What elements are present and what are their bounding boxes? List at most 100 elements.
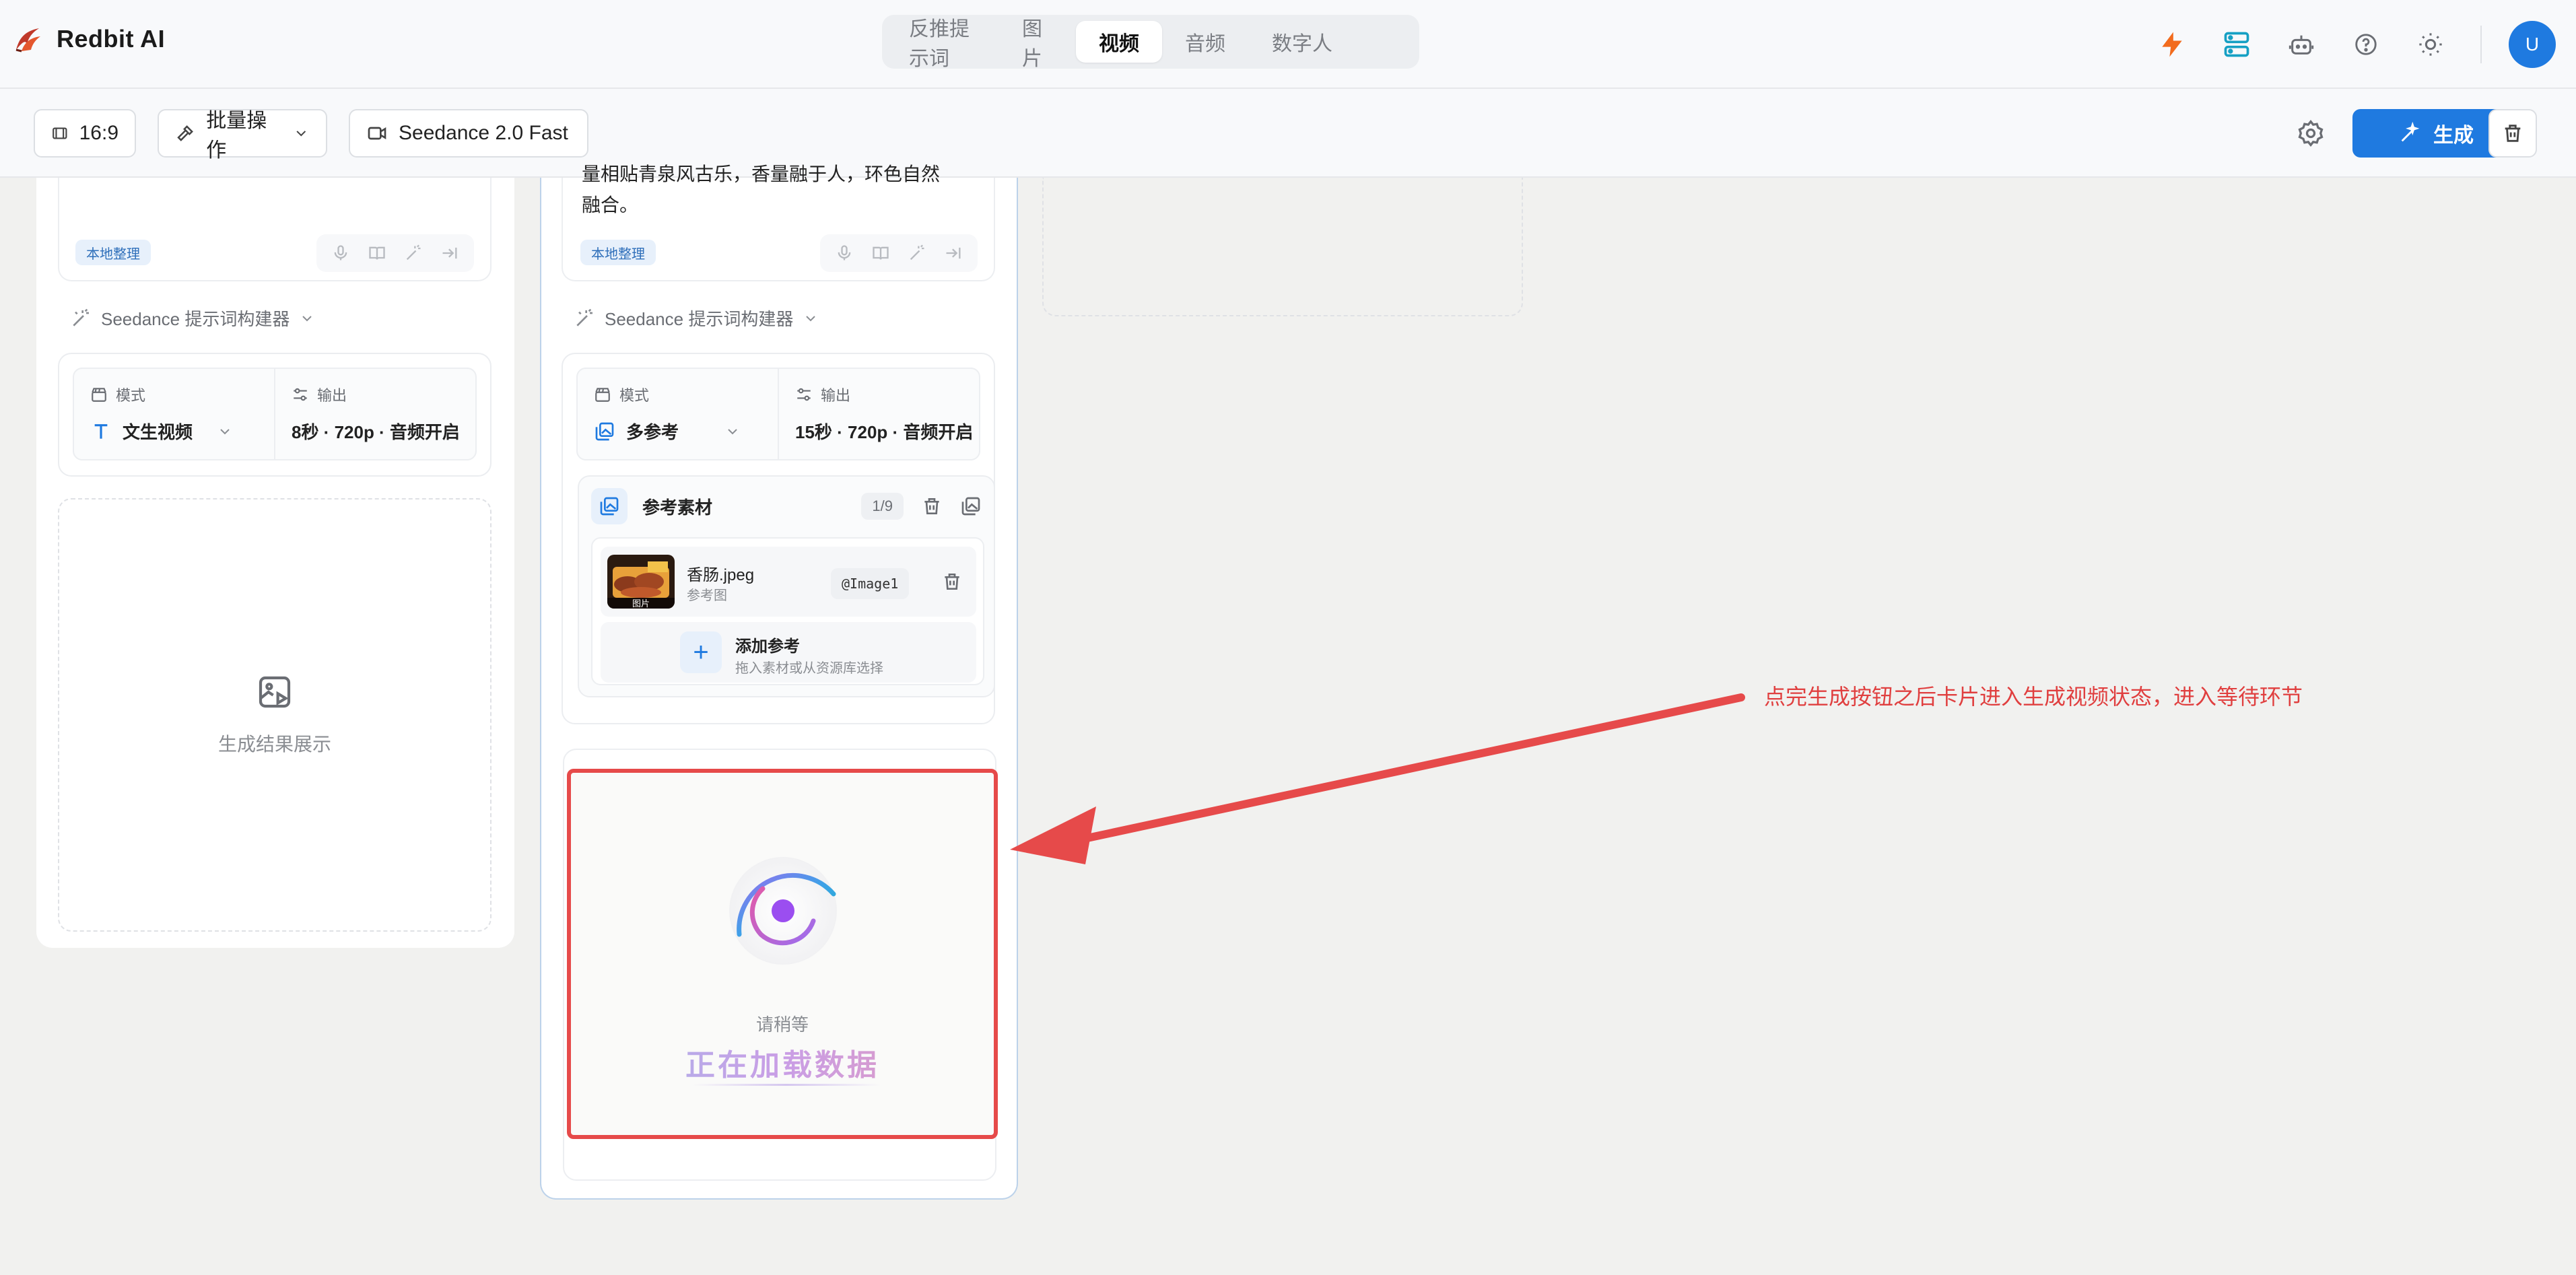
output-settings-middle[interactable]: 输出 15秒 · 720p · 音频开启 [778,369,979,459]
tab-reverse-prompt[interactable]: 反推提示词 [889,18,1002,70]
clapperboard-icon [595,388,610,402]
placeholder-text: 生成结果展示 [217,734,331,755]
chevron-down-icon [728,428,737,434]
mode-output-row-left: 模式 文生视频 输出 8秒 · 720p · 音频开启 [73,368,477,460]
loading-underline [692,1084,881,1086]
mode-label: 模式 [619,387,650,404]
clear-all-button[interactable] [2488,109,2537,158]
main-nav-tabs: 反推提示词 图片 视频 音频 数字人 [882,15,1419,70]
server-icon[interactable] [2211,19,2262,70]
image-reference-tag[interactable]: @Image1 [831,568,910,599]
prompt-builder-toggle-left[interactable]: Seedance 提示词构建器 [70,306,315,331]
file-type: 参考图 [687,588,727,603]
prompt-builder-toggle-middle[interactable]: Seedance 提示词构建器 [574,306,819,331]
magic-wand-icon [576,308,592,326]
output-label: 输出 [821,387,851,404]
tab-video[interactable]: 视频 [1076,21,1162,63]
text-type-icon [94,423,108,439]
header-actions: U [2133,19,2556,70]
local-tag-middle[interactable]: 本地整理 [580,240,656,265]
trash-icon[interactable] [921,495,943,517]
reference-list: 图片 香肠.jpeg 参考图 @Image1 + 添加参考 拖入素材或从资源库选… [591,537,984,685]
output-value: 15秒 · 720p · 音频开启 [795,422,974,442]
clapperboard-icon [92,388,106,402]
header-divider [2480,26,2482,63]
mode-label: 模式 [116,387,146,404]
aspect-ratio-label: 16:9 [79,122,118,144]
add-reference-hint: 拖入素材或从资源库选择 [735,661,883,676]
reference-header: 参考素材 1/9 [591,486,982,526]
mode-value: 多参考 [626,422,679,442]
reference-icon [591,488,628,524]
prompt-tools-left [316,234,474,272]
magic-wand-icon[interactable] [404,244,423,263]
loading-spinner-icon [729,857,837,965]
empty-card-placeholder [1042,178,1523,316]
sparkle-wand-icon [2401,122,2420,142]
mode-select-middle[interactable]: 模式 多参考 [578,369,778,459]
local-tag-left[interactable]: 本地整理 [75,240,151,265]
book-icon[interactable] [368,244,386,263]
tab-audio[interactable]: 音频 [1162,21,1248,63]
model-label: Seedance 2.0 Fast [399,122,568,144]
settings-gear-icon[interactable] [2296,118,2326,148]
bot-icon[interactable] [2276,19,2327,70]
mode-value: 文生视频 [123,422,193,442]
output-settings-left[interactable]: 输出 8秒 · 720p · 音频开启 [274,369,475,459]
batch-operations-label: 批量操作 [206,110,267,162]
trash-icon [2505,125,2521,142]
reference-title: 参考素材 [642,497,713,518]
sun-icon[interactable] [2405,19,2456,70]
lightning-icon[interactable] [2146,19,2198,70]
loading-state-highlight: 请稍等 正在加载数据 [567,769,998,1139]
mode-select-left[interactable]: 模式 文生视频 [74,369,274,459]
generate-label: 生成 [2433,125,2474,147]
redbit-logo-icon [15,28,40,53]
output-label: 输出 [317,387,347,404]
loading-data-text: 正在加载数据 [571,1041,994,1084]
magic-wand-icon[interactable] [908,244,926,263]
help-icon[interactable] [2340,19,2392,70]
video-camera-icon [368,127,386,140]
user-avatar[interactable]: U [2509,21,2556,68]
result-placeholder: 生成结果展示 [58,498,492,932]
add-reference-title: 添加参考 [735,638,800,656]
sausage-image-thumbnail: 图片 [607,555,675,609]
tab-image[interactable]: 图片 [1002,18,1076,70]
reference-materials-panel: 参考素材 1/9 图片 香肠.jpeg 参考图 @Image1 + 添加参考 拖… [578,475,995,697]
tab-digital-human[interactable]: 数字人 [1248,21,1356,63]
chevron-down-icon [220,428,230,434]
arrow-to-right-icon[interactable] [440,244,459,263]
file-thumbnail: 图片 [607,555,675,609]
hammer-icon [177,125,193,141]
app-logo[interactable]: Redbit AI [12,23,165,55]
please-wait-text: 请稍等 [755,1014,809,1035]
reference-count: 1/9 [861,493,904,520]
prompt-text[interactable]: 量相贴青泉风古乐，香量融于人，环色自然 融合。 [582,159,986,221]
mic-icon[interactable] [331,244,350,263]
reference-file-item[interactable]: 图片 香肠.jpeg 参考图 @Image1 [601,547,976,617]
chevron-down-icon [806,315,816,321]
ratio-frame-icon [53,127,67,139]
prompt-builder-label: Seedance 提示词构建器 [101,309,290,329]
book-icon[interactable] [871,244,890,263]
toolbar: 16:9 批量操作 Seedance 2.0 Fast 生成 [0,89,2576,178]
multi-image-icon [595,422,614,440]
mic-icon[interactable] [835,244,854,263]
model-select-button[interactable]: Seedance 2.0 Fast [349,109,588,158]
sliders-icon [294,388,307,401]
arrow-to-right-icon[interactable] [944,244,963,263]
output-value: 8秒 · 720p · 音频开启 [292,422,460,442]
aspect-ratio-button[interactable]: 16:9 [34,109,136,158]
file-name: 香肠.jpeg [687,566,755,584]
trash-icon[interactable] [941,571,963,592]
magic-wand-icon [73,308,89,326]
batch-operations-button[interactable]: 批量操作 [158,109,327,162]
app-title: Redbit AI [57,25,166,53]
image-play-icon [259,676,291,708]
annotation-text: 点完生成按钮之后卡片进入生成视频状态，进入等待环节 [1764,685,2303,709]
chevron-down-icon [296,131,306,137]
add-image-icon[interactable] [960,495,982,517]
add-reference-button[interactable]: + 添加参考 拖入素材或从资源库选择 [601,622,976,683]
svg-text:图片: 图片 [632,599,650,609]
